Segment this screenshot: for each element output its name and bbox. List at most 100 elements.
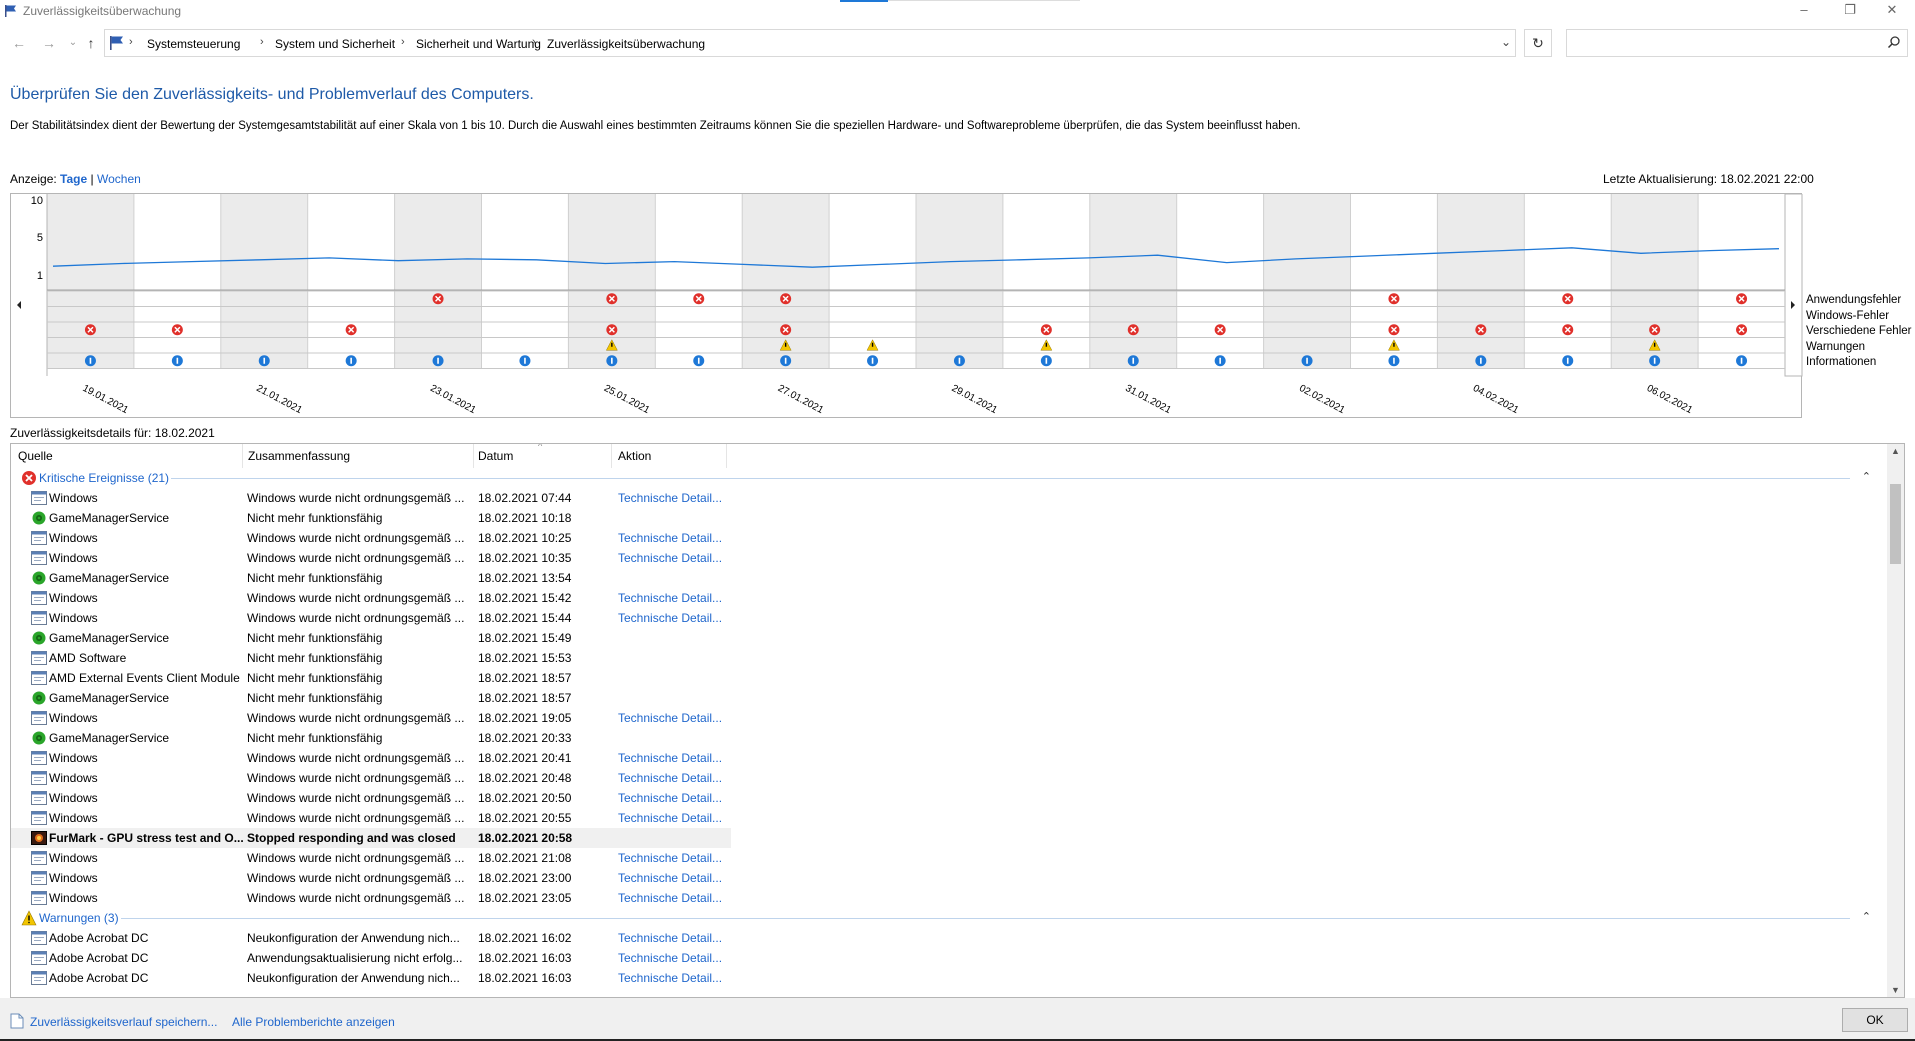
chart-column-shade [47, 194, 134, 290]
table-row[interactable]: FurMark - GPU stress test and O... Stoppe… [11, 828, 731, 848]
table-row[interactable]: AMD External Events Client Module Nicht m… [11, 668, 731, 688]
address-bar[interactable]: › Systemsteuerung › System und Sicherhei… [104, 29, 1516, 57]
table-row[interactable]: Windows Windows wurde nicht ordnungsgemäß… [11, 748, 731, 768]
save-history-link[interactable]: Zuverlässigkeitsverlauf speichern... [30, 1015, 217, 1029]
technical-details-link[interactable]: Technische Detail... [618, 851, 738, 865]
info-marker-i [1393, 357, 1395, 364]
technical-details-link[interactable]: Technische Detail... [618, 791, 738, 805]
x-date-label: 21.01.2021 [254, 383, 304, 416]
technical-details-link[interactable]: Technische Detail... [618, 531, 738, 545]
row-summary: Neukonfiguration der Anwendung nich... [247, 931, 460, 945]
address-dropdown-icon[interactable]: ⌄ [1501, 35, 1511, 49]
table-row[interactable]: Windows Windows wurde nicht ordnungsgemäß… [11, 808, 731, 828]
collapse-chevron-icon[interactable]: ⌃ [1862, 910, 1871, 923]
table-row[interactable]: Windows Windows wurde nicht ordnungsgemäß… [11, 528, 731, 548]
all-reports-link[interactable]: Alle Problemberichte anzeigen [232, 1015, 395, 1029]
technical-details-link[interactable]: Technische Detail... [618, 591, 738, 605]
column-date[interactable]: Datum [478, 449, 513, 463]
minimize-button[interactable]: – [1781, 0, 1827, 22]
refresh-button[interactable]: ↻ [1524, 29, 1552, 57]
row-summary: Windows wurde nicht ordnungsgemäß ... [247, 531, 465, 545]
collapse-chevron-icon[interactable]: ⌃ [1862, 470, 1871, 483]
column-source[interactable]: Quelle [18, 449, 53, 463]
column-divider[interactable] [726, 444, 727, 468]
table-row[interactable]: Adobe Acrobat DC Anwendungsaktualisierung… [11, 948, 731, 968]
technical-details-link[interactable]: Technische Detail... [618, 711, 738, 725]
breadcrumb-control-panel[interactable]: Systemsteuerung [147, 37, 240, 51]
breadcrumb-reliability-monitor[interactable]: Zuverlässigkeitsüberwachung [547, 37, 705, 51]
technical-details-link[interactable]: Technische Detail... [618, 611, 738, 625]
search-input[interactable] [1566, 29, 1908, 57]
technical-details-link[interactable]: Technische Detail... [618, 491, 738, 505]
table-row[interactable]: Windows Windows wurde nicht ordnungsgemäß… [11, 768, 731, 788]
column-action[interactable]: Aktion [618, 449, 651, 463]
service-gear-icon [32, 631, 46, 645]
back-arrow-icon[interactable]: ← [8, 32, 30, 54]
technical-details-link[interactable]: Technische Detail... [618, 951, 738, 965]
forward-arrow-icon[interactable]: → [38, 32, 60, 54]
vertical-scrollbar[interactable]: ▲ ▼ [1887, 444, 1904, 997]
group-title[interactable]: Warnungen (3) [39, 911, 119, 925]
row-source: Windows [49, 791, 98, 805]
scroll-down-icon[interactable]: ▼ [1891, 985, 1900, 995]
info-marker-i [1566, 357, 1569, 364]
column-divider[interactable] [473, 444, 474, 468]
row-date: 18.02.2021 20:33 [478, 731, 572, 745]
breadcrumb-security-maintenance[interactable]: Sicherheit und Wartung [416, 37, 541, 51]
breadcrumb-system-security[interactable]: System und Sicherheit [275, 37, 395, 51]
table-row[interactable]: GameManagerService Nicht mehr funktionsfä… [11, 728, 731, 748]
table-row[interactable]: GameManagerService Nicht mehr funktionsfä… [11, 628, 731, 648]
technical-details-link[interactable]: Technische Detail... [618, 771, 738, 785]
up-arrow-icon[interactable]: ↑ [80, 32, 102, 54]
application-window-icon [31, 851, 47, 865]
warning-marker-bang [1393, 342, 1395, 347]
table-row[interactable]: Windows Windows wurde nicht ordnungsgemäß… [11, 488, 731, 508]
row-date: 18.02.2021 10:35 [478, 551, 572, 565]
technical-details-link[interactable]: Technische Detail... [618, 971, 738, 985]
table-row[interactable]: Windows Windows wurde nicht ordnungsgemäß… [11, 868, 731, 888]
search-icon[interactable] [1887, 35, 1901, 49]
table-row[interactable]: Windows Windows wurde nicht ordnungsgemäß… [11, 608, 731, 628]
technical-details-link[interactable]: Technische Detail... [618, 931, 738, 945]
column-summary[interactable]: Zusammenfassung [248, 449, 350, 463]
column-divider[interactable] [242, 444, 243, 468]
row-source: Windows [49, 891, 98, 905]
view-days-link[interactable]: Tage [60, 172, 87, 186]
table-row[interactable]: AMD Software Nicht mehr funktionsfähig 18.… [11, 648, 731, 668]
table-row[interactable]: Windows Windows wurde nicht ordnungsgemäß… [11, 588, 731, 608]
table-row[interactable]: Adobe Acrobat DC Neukonfiguration der Anw… [11, 968, 731, 988]
technical-details-link[interactable]: Technische Detail... [618, 871, 738, 885]
technical-details-link[interactable]: Technische Detail... [618, 751, 738, 765]
table-row[interactable]: Windows Windows wurde nicht ordnungsgemäß… [11, 788, 731, 808]
technical-details-link[interactable]: Technische Detail... [618, 551, 738, 565]
ok-button[interactable]: OK [1842, 1008, 1908, 1032]
group-title[interactable]: Kritische Ereignisse (21) [39, 471, 169, 485]
maximize-button[interactable]: ❐ [1827, 0, 1873, 22]
table-row[interactable]: Windows Windows wurde nicht ordnungsgemäß… [11, 888, 731, 908]
table-row[interactable]: Windows Windows wurde nicht ordnungsgemäß… [11, 548, 731, 568]
scrollbar-thumb[interactable] [1890, 484, 1901, 564]
close-button[interactable]: ✕ [1869, 0, 1915, 22]
row-summary: Nicht mehr funktionsfähig [247, 731, 383, 745]
table-row[interactable]: Adobe Acrobat DC Neukonfiguration der Anw… [11, 928, 731, 948]
row-summary: Stopped responding and was closed [247, 831, 456, 845]
table-row[interactable]: GameManagerService Nicht mehr funktionsfä… [11, 568, 731, 588]
table-row[interactable]: Windows Windows wurde nicht ordnungsgemäß… [11, 708, 731, 728]
view-weeks-link[interactable]: Wochen [97, 172, 141, 186]
technical-details-link[interactable]: Technische Detail... [618, 891, 738, 905]
column-divider[interactable] [611, 444, 612, 468]
stability-chart-svg[interactable]: 10 5 1 19.01.2021 21.01.2021 23.01.2021 25.01.… [11, 194, 1803, 419]
technical-details-link[interactable]: Technische Detail... [618, 811, 738, 825]
group-header-critical[interactable]: Kritische Ereignisse (21) ⌃ [11, 468, 1886, 488]
scroll-up-icon[interactable]: ▲ [1891, 446, 1900, 456]
application-window-icon [31, 971, 47, 985]
chart-scroll-left-icon[interactable] [17, 301, 21, 309]
table-row[interactable]: GameManagerService Nicht mehr funktionsfä… [11, 688, 731, 708]
details-table[interactable]: Quelle Zusammenfassung ^ Datum Aktion Kr… [10, 443, 1905, 998]
group-header-warnings[interactable]: Warnungen (3) ⌃ [11, 908, 1886, 928]
row-date: 18.02.2021 15:44 [478, 611, 572, 625]
row-summary: Windows wurde nicht ordnungsgemäß ... [247, 871, 465, 885]
table-row[interactable]: GameManagerService Nicht mehr funktionsfä… [11, 508, 731, 528]
table-row[interactable]: Windows Windows wurde nicht ordnungsgemäß… [11, 848, 731, 868]
stability-chart[interactable]: 10 5 1 19.01.2021 21.01.2021 23.01.2021 25.01.… [10, 193, 1803, 419]
